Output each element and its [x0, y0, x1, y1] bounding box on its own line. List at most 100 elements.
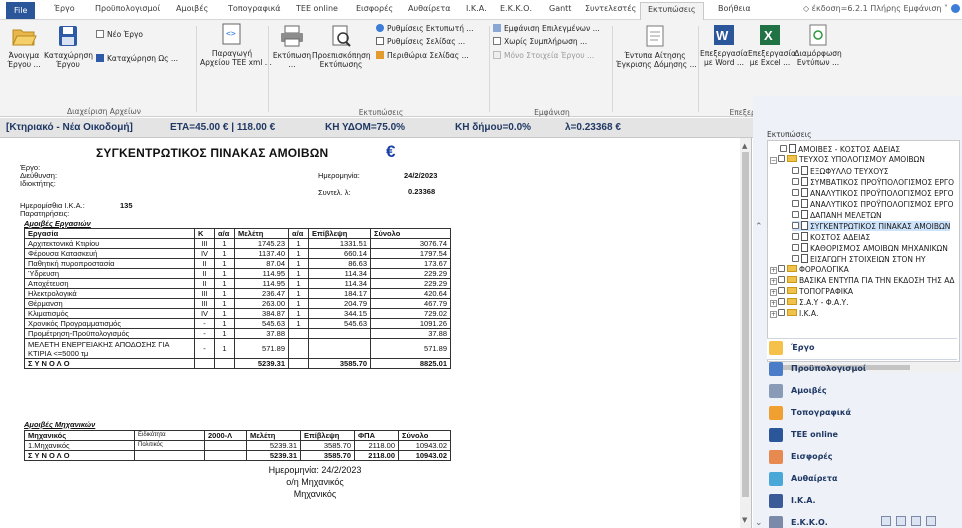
scroll-up-icon[interactable]: ▲: [742, 142, 747, 150]
edit-with-word-button[interactable]: W Επεξεργασία με Word ...: [700, 24, 748, 67]
tree-item[interactable]: ΔΑΠΑΝΗ ΜΕΛΕΤΩΝ: [792, 210, 882, 220]
save-project-button[interactable]: Καταχώρηση Έργου: [44, 24, 93, 69]
status-icon-2[interactable]: [896, 516, 906, 526]
checkbox[interactable]: [778, 265, 785, 272]
vertical-scrollbar[interactable]: ▲ ▼: [740, 138, 751, 528]
tree-item[interactable]: + ΦΟΡΟΛΟΓΙΚΑ: [770, 265, 849, 275]
tree-item[interactable]: + Ι.Κ.Α.: [770, 309, 818, 319]
tab-gantt[interactable]: Gantt: [549, 4, 571, 13]
no-fill-button[interactable]: Χωρίς Συμπλήρωση ...: [493, 37, 587, 46]
nav-item-6[interactable]: Αυθαίρετα: [767, 470, 957, 492]
nav-item-5[interactable]: Εισφορές: [767, 448, 957, 470]
document-icon: [801, 210, 808, 219]
panel-expand-icon[interactable]: ⌄: [755, 518, 763, 528]
scroll-thumb[interactable]: [742, 152, 749, 497]
works-fees-title: Αμοιβές Εργασιών: [24, 219, 91, 228]
tab-file[interactable]: File: [6, 2, 36, 19]
checkbox[interactable]: [780, 145, 787, 152]
version-info[interactable]: ◇ έκδοση=6.2.1 Πλήρης Εμφάνιση ˅: [803, 4, 948, 13]
checkbox[interactable]: [778, 309, 785, 316]
expand-icon[interactable]: +: [770, 311, 777, 318]
checkbox[interactable]: [792, 189, 799, 196]
format-forms-button[interactable]: Διαμόρφωση Εντύπων ...: [794, 24, 842, 67]
tab-afthaireta[interactable]: Αυθαίρετα: [408, 4, 450, 13]
scroll-down-icon[interactable]: ▼: [742, 516, 747, 524]
nav-item-4[interactable]: TEE online: [767, 426, 957, 448]
tree-item[interactable]: ΣΥΓΚΕΝΤΡΩΤΙΚΟΣ ΠΙΝΑΚΑΣ ΑΜΟΙΒΩΝ: [792, 221, 951, 231]
tab-topografika[interactable]: Τοπογραφικά: [228, 4, 281, 13]
checkbox[interactable]: [778, 155, 785, 162]
save-as-button[interactable]: Καταχώρηση Ως ...: [96, 54, 178, 63]
help-icon[interactable]: [951, 4, 960, 13]
tree-item[interactable]: ΑΜΟΙΒΕΣ - ΚΟΣΤΟΣ ΑΔΕΙΑΣ: [780, 144, 900, 154]
header-cell: Σύνολο: [398, 430, 451, 441]
checkbox[interactable]: [792, 167, 799, 174]
tree-item[interactable]: ΣΥΜΒΑΤΙΚΟΣ ΠΡΟΫΠΟΛΟΓΙΣΜΟΣ ΕΡΓΟ: [792, 177, 954, 187]
euro-symbol: €: [386, 142, 396, 161]
expand-icon[interactable]: +: [770, 300, 777, 307]
printer-icon: [281, 25, 303, 47]
tab-tee-online[interactable]: TEE online: [296, 4, 338, 13]
tee-xml-button[interactable]: <> Παραγωγή Αρχείου TEE xml ...: [200, 22, 272, 67]
expand-icon[interactable]: +: [770, 267, 777, 274]
nav-item-2[interactable]: Αμοιβές: [767, 382, 957, 404]
tab-ika[interactable]: Ι.Κ.Α.: [466, 4, 487, 13]
checkbox[interactable]: [792, 244, 799, 251]
tree-item[interactable]: + Σ.Α.Υ - Φ.Α.Υ.: [770, 298, 848, 308]
tree-item[interactable]: ΚΑΘΟΡΙΣΜΟΣ ΑΜΟΙΒΩΝ ΜΗΧΑΝΙΚΩΝ: [792, 243, 948, 253]
table-cell: 204.79: [308, 298, 371, 309]
checkbox[interactable]: [792, 222, 799, 229]
new-project-button[interactable]: Νέο Έργο: [96, 30, 143, 39]
print-preview-pane[interactable]: ΣΥΓΚΕΝΤΡΩΤΙΚΟΣ ΠΙΝΑΚΑΣ ΑΜΟΙΒΩΝ € Έργο: Δ…: [0, 138, 752, 528]
edit-with-excel-button[interactable]: X Επεξεργασία με Excel ...: [748, 24, 796, 67]
print-preview-button[interactable]: Προεπισκόπηση Εκτύπωσης: [312, 24, 371, 69]
permit-forms-button[interactable]: Έντυπα Αίτησης Έγκρισης Δόμησης ...: [616, 24, 697, 69]
tree-item[interactable]: + ΒΑΣΙΚΑ ΕΝΤΥΠΑ ΓΙΑ ΤΗΝ ΕΚΔΟΣΗ ΤΗΣ ΑΔ: [770, 276, 955, 286]
page-margins-button[interactable]: Περιθώρια Σελίδας ...: [376, 51, 469, 60]
tab-ektyposeis[interactable]: Εκτυπώσεις: [640, 2, 704, 21]
checkbox[interactable]: [778, 276, 785, 283]
tab-syntelestes[interactable]: Συντελεστές: [585, 4, 636, 13]
panel-collapse-icon[interactable]: ⌃: [755, 222, 763, 232]
tree-item[interactable]: ΕΞΩΦΥΛΛΟ ΤΕΥΧΟΥΣ: [792, 166, 889, 176]
open-project-button[interactable]: Άνοιγμα Έργου ...: [4, 24, 44, 69]
tab-ekko[interactable]: Ε.Κ.Κ.Ο.: [500, 4, 532, 13]
printer-settings-button[interactable]: Ρυθμίσεις Εκτυπωτή ...: [376, 24, 474, 33]
tree-item[interactable]: + ΤΟΠΟΓΡΑΦΙΚΑ: [770, 287, 853, 297]
nav-item-0[interactable]: Έργο: [767, 338, 957, 360]
topography-icon: [769, 406, 783, 420]
checkbox[interactable]: [792, 178, 799, 185]
checkbox[interactable]: [792, 200, 799, 207]
nav-item-7[interactable]: Ι.Κ.Α.: [767, 492, 957, 514]
checkbox[interactable]: [792, 211, 799, 218]
nav-item-1[interactable]: Προϋπολογισμοί: [767, 360, 957, 382]
tab-ergo[interactable]: Έργο: [54, 4, 75, 13]
tree-item[interactable]: − ΤΕΥΧΟΣ ΥΠΟΛΟΓΙΣΜΟΥ ΑΜΟΙΒΩΝ: [770, 155, 925, 165]
status-icon-3[interactable]: [911, 516, 921, 526]
show-selected-button[interactable]: Εμφάνιση Επιλεγμένων ...: [493, 24, 600, 33]
tree-item[interactable]: ΕΙΣΑΓΩΓΗ ΣΤΟΙΧΕΙΩΝ ΣΤΟΝ ΗΥ: [792, 254, 926, 264]
nav-item-3[interactable]: Τοπογραφικά: [767, 404, 957, 426]
collapse-icon[interactable]: −: [770, 157, 777, 164]
checkbox[interactable]: [778, 287, 785, 294]
checkbox[interactable]: [778, 298, 785, 305]
table-cell: III: [194, 238, 215, 249]
checkbox[interactable]: [792, 255, 799, 262]
tab-eisfores[interactable]: Εισφορές: [356, 4, 393, 13]
tree-item[interactable]: ΚΟΣΤΟΣ ΑΔΕΙΑΣ: [792, 232, 870, 242]
header-cell: Εργασία: [24, 228, 195, 239]
only-project-data-button[interactable]: Μόνο Στοιχεία Έργου ...: [493, 51, 594, 60]
tab-amoives[interactable]: Αμοιβές: [176, 4, 208, 13]
print-button[interactable]: Εκτύπωση ...: [272, 24, 312, 69]
tab-proypologismoi[interactable]: Προϋπολογισμοί: [95, 4, 160, 13]
expand-icon[interactable]: +: [770, 289, 777, 296]
page-settings-button[interactable]: Ρυθμίσεις Σελίδας ...: [376, 37, 465, 46]
expand-icon[interactable]: +: [770, 278, 777, 285]
tree-item[interactable]: ΑΝΑΛΥΤΙΚΟΣ ΠΡΟΫΠΟΛΟΓΙΣΜΟΣ ΕΡΓΟ: [792, 199, 954, 209]
checkbox[interactable]: [792, 233, 799, 240]
table-cell: 1: [214, 318, 235, 329]
status-icon-1[interactable]: [881, 516, 891, 526]
status-icon-4[interactable]: [926, 516, 936, 526]
tab-voitheia[interactable]: Βοήθεια: [718, 4, 751, 13]
tree-item[interactable]: ΑΝΑΛΥΤΙΚΟΣ ΠΡΟΫΠΟΛΟΓΙΣΜΟΣ ΕΡΓΟ: [792, 188, 954, 198]
